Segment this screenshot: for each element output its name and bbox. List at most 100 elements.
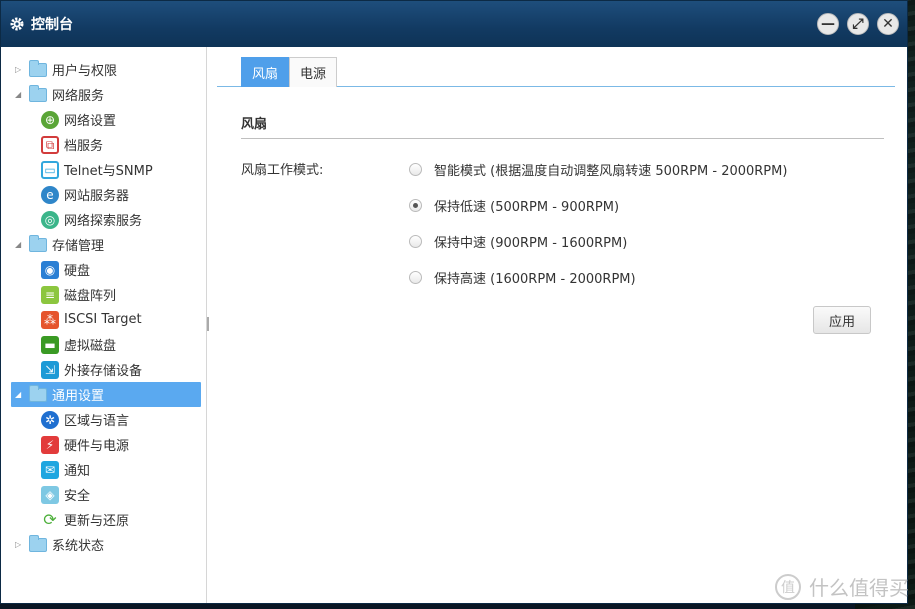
sidebar-item-external-storage[interactable]: ⇲ 外接存储设备	[1, 357, 206, 382]
fan-mode-options: 智能模式 (根据温度自动调整风扇转速 500RPM - 2000RPM) 保持低…	[409, 159, 787, 287]
sidebar-item-label: 磁盘阵列	[64, 289, 117, 304]
cog-icon: ✲	[41, 410, 59, 429]
sidebar-item-label: 网站服务器	[64, 189, 130, 204]
sidebar-item-label: 更新与还原	[64, 514, 130, 529]
sidebar-item-raid[interactable]: ≡ 磁盘阵列	[1, 282, 206, 307]
fan-mode-option-smart[interactable]: 智能模式 (根据温度自动调整风扇转速 500RPM - 2000RPM)	[409, 159, 787, 179]
collapse-arrow-icon[interactable]: ◢	[15, 390, 25, 399]
option-label: 保持高速 (1600RPM - 2000RPM)	[434, 271, 636, 287]
sidebar-item-label: 外接存储设备	[64, 364, 143, 379]
fan-mode-option-high[interactable]: 保持高速 (1600RPM - 2000RPM)	[409, 267, 787, 287]
sidebar-item-region-language[interactable]: ✲ 区域与语言	[1, 407, 206, 432]
gear-icon	[10, 17, 24, 31]
external-storage-icon: ⇲	[41, 360, 59, 379]
radio-button[interactable]	[409, 234, 422, 248]
sidebar-group-label: 用户与权限	[52, 64, 118, 79]
sidebar-item-label: 档服务	[64, 139, 104, 154]
maximize-icon: ⤢	[852, 16, 864, 32]
sidebar-group-label: 网络服务	[52, 89, 105, 104]
iscsi-target-icon: ⁂	[41, 310, 59, 329]
web-icon: e	[41, 185, 59, 204]
folder-icon	[29, 234, 47, 252]
fan-section: 风扇 风扇工作模式: 智能模式 (根据温度自动调整风扇转速 500RPM - 2…	[241, 113, 884, 287]
message-icon: ✉	[41, 460, 59, 479]
minimize-button[interactable]: —	[817, 13, 839, 35]
sidebar-group-users[interactable]: ▷ 用户与权限	[1, 57, 206, 82]
maximize-button[interactable]: ⤢	[847, 13, 869, 35]
refresh-icon: ⟳	[41, 510, 59, 529]
folder-icon	[29, 534, 47, 552]
sidebar-item-label: 区域与语言	[64, 414, 130, 429]
option-label: 保持中速 (900RPM - 1600RPM)	[434, 235, 628, 251]
sidebar-item-label: 网络探索服务	[64, 214, 143, 229]
sidebar-item-label: Telnet与SNMP	[64, 164, 153, 179]
sidebar-item-label: 硬件与电源	[64, 439, 130, 454]
sidebar: ▷ 用户与权限 ◢ 网络服务 ⊕ 网络设置 ⧉ 档服务 ▭ Telnet与SNM…	[1, 47, 209, 603]
hard-disk-icon: ◉	[41, 260, 59, 279]
fan-mode-option-medium[interactable]: 保持中速 (900RPM - 1600RPM)	[409, 231, 787, 251]
sidebar-item-file-service[interactable]: ⧉ 档服务	[1, 132, 206, 157]
sidebar-group-label: 存储管理	[52, 239, 105, 254]
sidebar-group-storage[interactable]: ◢ 存储管理	[1, 232, 206, 257]
sidebar-item-label: 硬盘	[64, 264, 91, 279]
close-icon: ✕	[882, 16, 894, 32]
network-computers-icon: ⧉	[41, 135, 59, 154]
sidebar-item-virtual-disk[interactable]: ▬ 虚拟磁盘	[1, 332, 206, 357]
sidebar-group-label: 系统状态	[52, 539, 105, 554]
section-title: 风扇	[241, 113, 884, 139]
discovery-icon: ◎	[41, 210, 59, 229]
folder-icon	[29, 59, 47, 77]
fan-mode-option-low[interactable]: 保持低速 (500RPM - 900RPM)	[409, 195, 787, 215]
collapse-arrow-icon[interactable]: ◢	[15, 240, 25, 249]
main-panel: 风扇 电源 风扇 风扇工作模式: 智能模式 (根据温度自动调整风扇转速 500R…	[207, 47, 907, 603]
watermark: 值 什么值得买	[775, 572, 909, 601]
sidebar-group-system-status[interactable]: ▷ 系统状态	[1, 532, 206, 557]
sidebar-item-telnet-snmp[interactable]: ▭ Telnet与SNMP	[1, 157, 206, 182]
sidebar-item-iscsi[interactable]: ⁂ ISCSI Target	[1, 307, 206, 332]
sidebar-item-label: 安全	[64, 489, 91, 504]
tab-bar: 风扇 电源	[217, 57, 895, 87]
sidebar-item-network-settings[interactable]: ⊕ 网络设置	[1, 107, 206, 132]
control-panel-window: 控制台 — ⤢ ✕ ▷ 用户与权限 ◢ 网络服务 ⊕ 网络设置 ⧉ 档服务 ▭ …	[0, 0, 908, 604]
window-title: 控制台	[31, 17, 73, 33]
sidebar-group-network[interactable]: ◢ 网络服务	[1, 82, 206, 107]
monitor-icon: ▭	[41, 160, 59, 179]
radio-button[interactable]	[409, 198, 422, 212]
hardware-power-icon: ⚡	[41, 435, 59, 454]
disk-array-icon: ≡	[41, 285, 59, 304]
folder-icon	[29, 84, 47, 102]
option-label: 保持低速 (500RPM - 900RPM)	[434, 199, 620, 215]
tab-power[interactable]: 电源	[289, 57, 338, 87]
sidebar-item-update-restore[interactable]: ⟳ 更新与还原	[1, 507, 206, 532]
expand-arrow-icon[interactable]: ▷	[15, 540, 25, 549]
sidebar-item-security[interactable]: ◈ 安全	[1, 482, 206, 507]
sidebar-item-label: 通知	[64, 464, 91, 479]
option-label: 智能模式 (根据温度自动调整风扇转速 500RPM - 2000RPM)	[434, 163, 788, 179]
sidebar-item-label: 虚拟磁盘	[64, 339, 117, 354]
sidebar-item-notification[interactable]: ✉ 通知	[1, 457, 206, 482]
sidebar-item-hardware-power[interactable]: ⚡ 硬件与电源	[1, 432, 206, 457]
sidebar-item-web-server[interactable]: e 网站服务器	[1, 182, 206, 207]
sidebar-group-general-settings[interactable]: ◢ 通用设置	[11, 382, 201, 407]
shield-icon: ◈	[41, 485, 59, 504]
minimize-icon: —	[821, 16, 835, 32]
sidebar-item-disk[interactable]: ◉ 硬盘	[1, 257, 206, 282]
folder-icon	[29, 384, 47, 402]
tab-fan[interactable]: 风扇	[241, 57, 290, 87]
sidebar-item-label: ISCSI Target	[64, 312, 142, 327]
virtual-disk-icon: ▬	[41, 335, 59, 354]
radio-button[interactable]	[409, 162, 422, 176]
globe-icon: ⊕	[41, 110, 59, 129]
watermark-text: 什么值得买	[809, 576, 909, 600]
sidebar-item-label: 网络设置	[64, 114, 117, 129]
sidebar-group-label: 通用设置	[52, 389, 105, 404]
fan-mode-label: 风扇工作模式:	[241, 163, 324, 178]
collapse-arrow-icon[interactable]: ◢	[15, 90, 25, 99]
radio-button[interactable]	[409, 270, 422, 284]
sidebar-item-network-discovery[interactable]: ◎ 网络探索服务	[1, 207, 206, 232]
apply-button[interactable]: 应用	[813, 306, 871, 334]
watermark-logo-icon: 值	[775, 573, 801, 600]
title-bar[interactable]: 控制台 — ⤢ ✕	[1, 1, 907, 47]
expand-arrow-icon[interactable]: ▷	[15, 65, 25, 74]
close-button[interactable]: ✕	[877, 13, 899, 35]
